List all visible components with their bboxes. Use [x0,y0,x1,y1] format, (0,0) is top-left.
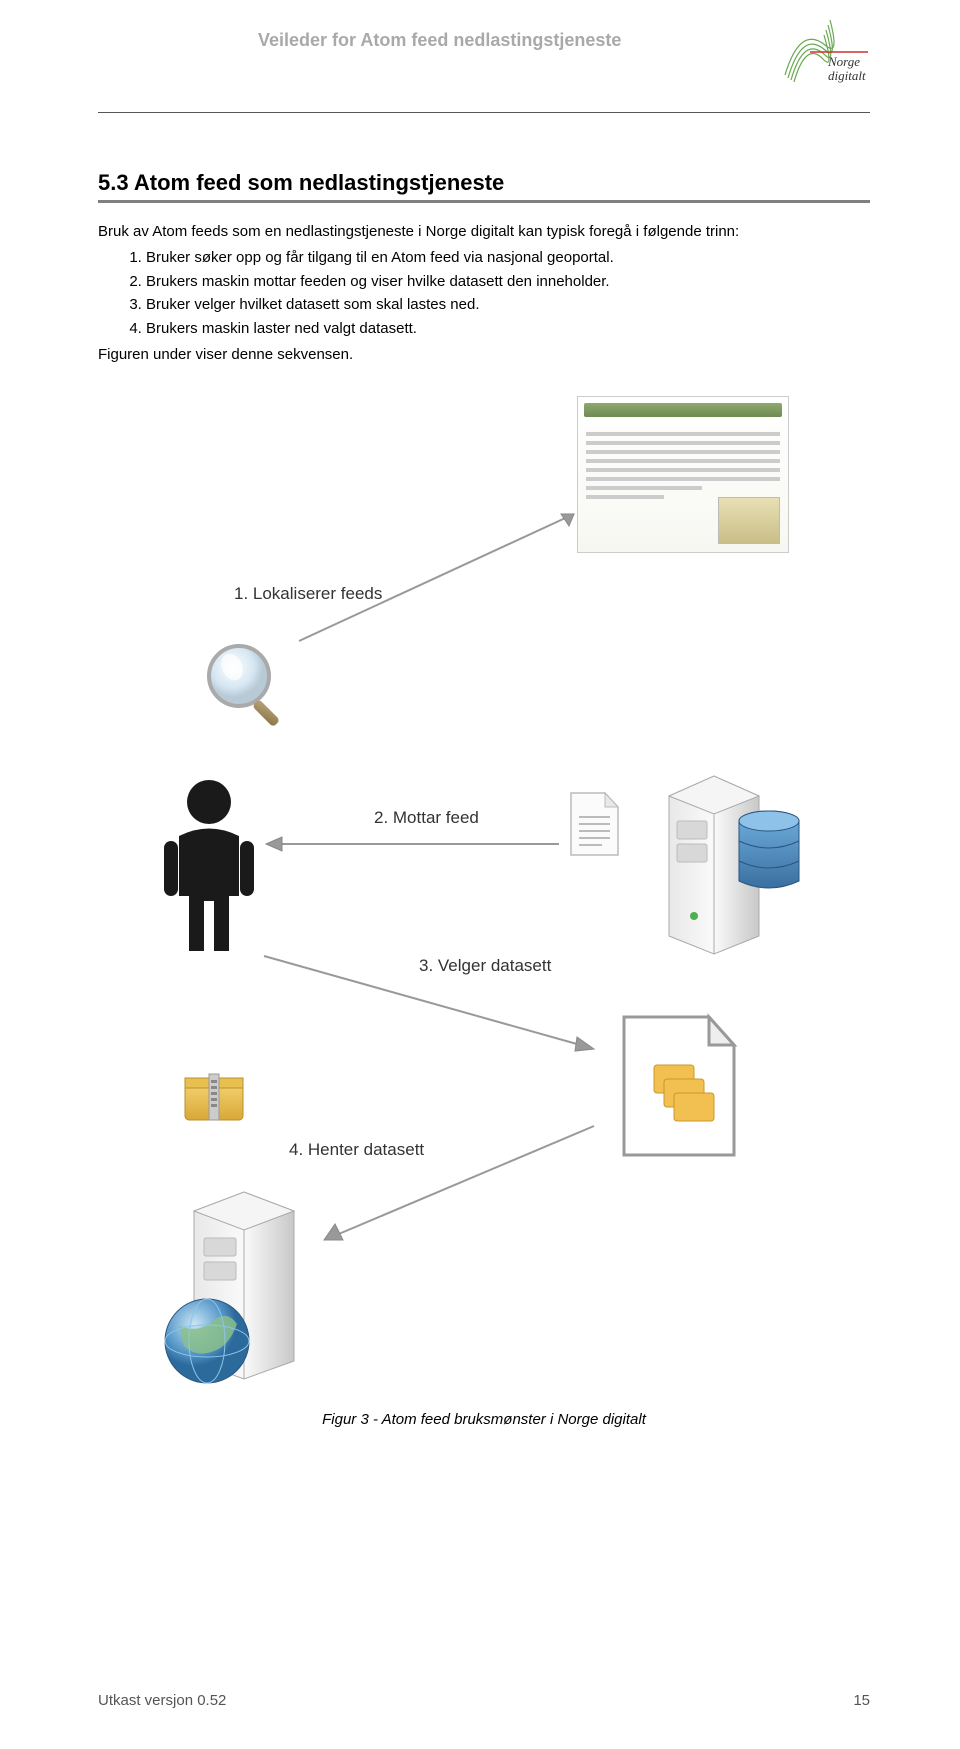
step-4: Brukers maskin laster ned valgt datasett… [146,318,870,340]
figure-caption: Figur 3 - Atom feed bruksmønster i Norge… [98,1411,870,1428]
arrow-step4-icon [319,1116,609,1246]
geoportal-screenshot-icon [577,396,789,553]
magnifier-icon [204,641,294,741]
intro-text: Bruk av Atom feeds som en nedlastingstje… [98,221,870,243]
section-heading: 5.3 Atom feed som nedlastingstjeneste [98,170,870,196]
outro-text: Figuren under viser denne sekvensen. [98,344,870,366]
document-page: Veileder for Atom feed nedlastingstjenes… [0,0,960,1749]
step-3: Bruker velger hvilket datasett som skal … [146,294,870,316]
person-icon [159,776,259,956]
feed-server-icon [659,766,809,956]
steps-list: Bruker søker opp og får tilgang til en A… [98,247,870,340]
arrow-step3-icon [259,951,599,1061]
zip-archive-icon [179,1066,249,1126]
step2-label: 2. Mottar feed [374,808,479,828]
section-body: Bruk av Atom feeds som en nedlastingstje… [98,221,870,366]
arrow-step1-icon [289,496,589,646]
page-footer: Utkast versjon 0.52 15 [98,1692,870,1709]
header-title: Veileder for Atom feed nedlastingstjenes… [258,30,621,51]
logo-text-bottom: digitalt [828,68,866,83]
download-server-icon [159,1186,324,1386]
sequence-diagram: 1. Lokaliserer feeds [159,396,809,1386]
header-rule [98,112,870,113]
dataset-document-icon [614,1011,744,1161]
step-2: Brukers maskin mottar feeden og viser hv… [146,271,870,293]
arrow-step2-icon [264,834,564,854]
feed-document-icon [567,791,622,859]
norge-digitalt-logo: Norge digitalt [780,20,870,90]
section-rule [98,200,870,203]
version-text: Utkast versjon 0.52 [98,1692,226,1709]
step-1: Bruker søker opp og får tilgang til en A… [146,247,870,269]
logo-text-top: Norge [827,54,860,69]
figure-wrap: 1. Lokaliserer feeds [98,396,870,1428]
page-header: Veileder for Atom feed nedlastingstjenes… [98,30,870,120]
page-number: 15 [853,1692,870,1709]
section-5-3: 5.3 Atom feed som nedlastingstjeneste Br… [98,170,870,1428]
